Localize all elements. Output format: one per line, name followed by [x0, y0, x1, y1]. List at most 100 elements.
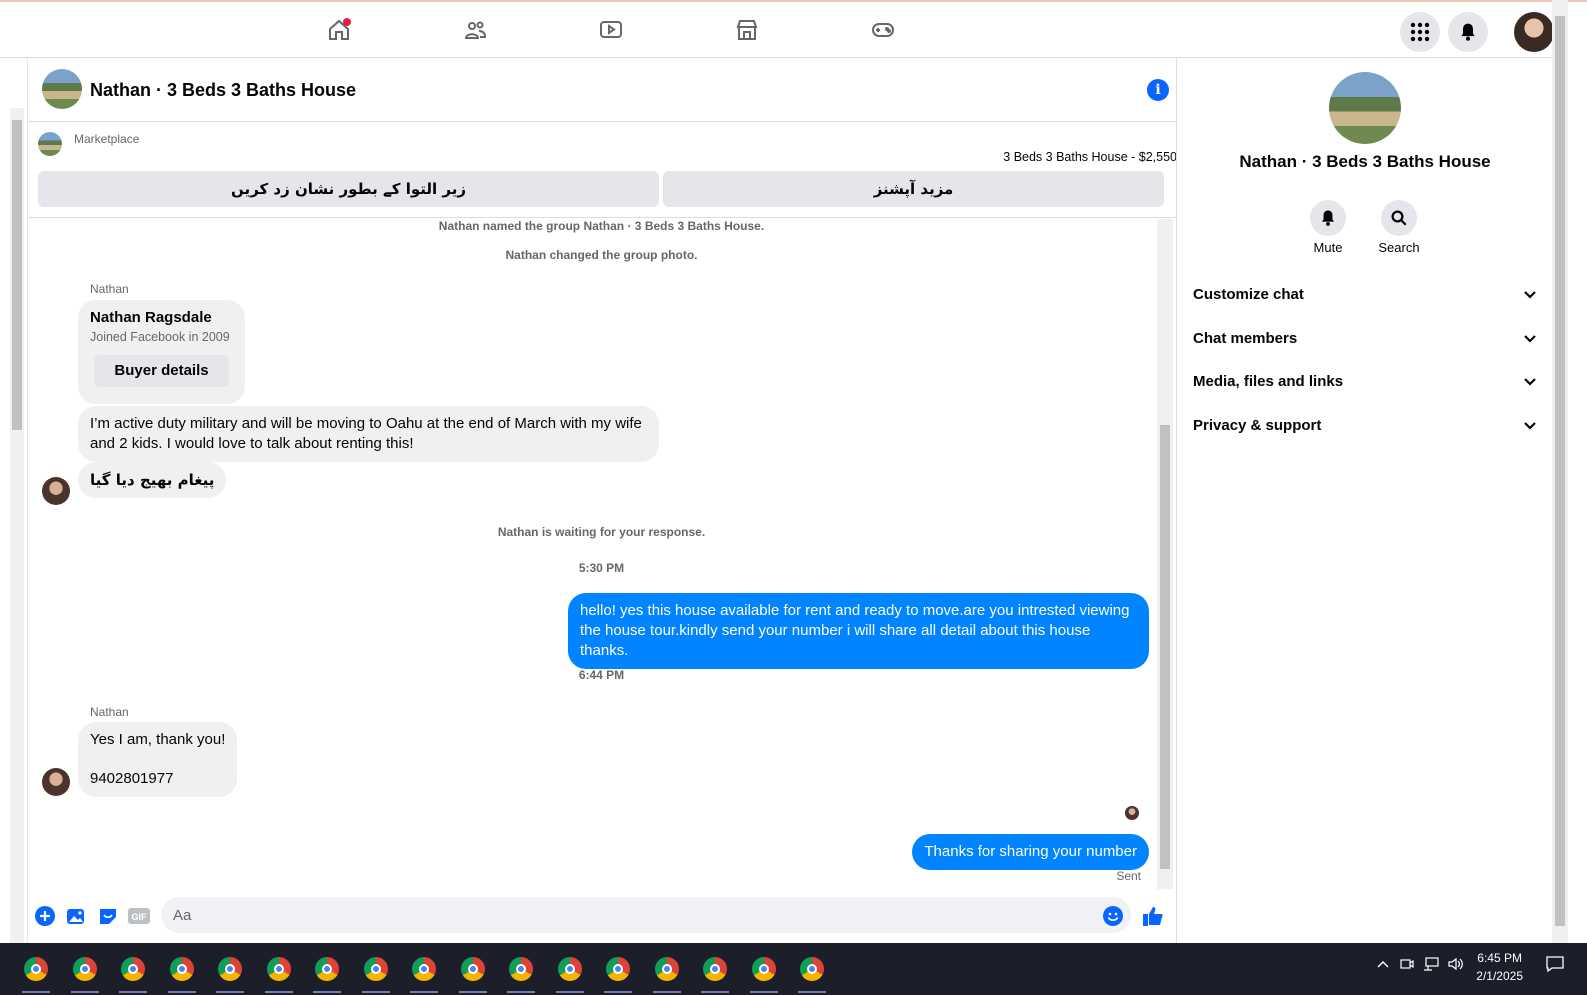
scroll-thumb[interactable] — [12, 120, 22, 430]
notification-center-icon[interactable] — [1546, 956, 1564, 975]
buyer-joined: Joined Facebook in 2009 — [90, 330, 230, 344]
search-icon — [1381, 200, 1417, 236]
chrome-app-icon[interactable] — [600, 951, 636, 993]
message-bubble-incoming[interactable]: Yes I am, thank you! 9402801977 — [78, 722, 238, 797]
marketplace-icon[interactable] — [731, 14, 763, 46]
friends-icon[interactable] — [459, 14, 491, 46]
photo-icon[interactable] — [65, 905, 87, 927]
message-input[interactable] — [161, 897, 1131, 933]
chat-header: Nathan · 3 Beds 3 Baths House i — [28, 58, 1191, 122]
chrome-app-icon[interactable] — [18, 951, 54, 993]
chevron-down-icon — [1524, 421, 1536, 430]
bell-icon — [1310, 200, 1346, 236]
scroll-thumb[interactable] — [1555, 16, 1565, 926]
chrome-app-icon[interactable] — [212, 951, 248, 993]
group-avatar[interactable] — [42, 69, 82, 109]
like-thumb-icon[interactable] — [1142, 905, 1164, 927]
chrome-app-icon[interactable] — [649, 951, 685, 993]
message-bubble-outgoing[interactable]: Thanks for sharing your number — [912, 834, 1149, 870]
message-bubble-incoming[interactable]: I’m active duty military and will be mov… — [78, 406, 659, 462]
chrome-app-icon[interactable] — [358, 951, 394, 993]
buyer-details-button[interactable]: Buyer details — [94, 355, 229, 387]
add-plus-icon[interactable] — [34, 905, 56, 927]
marketplace-label: Marketplace — [74, 132, 140, 146]
message-input-container — [161, 897, 1131, 933]
message-composer: GIF — [28, 889, 1175, 943]
sender-avatar[interactable] — [42, 768, 70, 796]
mute-button[interactable]: Mute — [1298, 200, 1358, 255]
chevron-down-icon — [1524, 290, 1536, 299]
top-nav-bar — [0, 2, 1568, 58]
taskbar: 6:45 PM 2/1/2025 — [0, 943, 1587, 995]
buyer-profile-card: Nathan Ragsdale Joined Facebook in 2009 … — [78, 300, 245, 404]
chrome-app-icon[interactable] — [746, 951, 782, 993]
listing-thumbnail[interactable] — [38, 132, 62, 156]
sender-name: Nathan — [90, 705, 129, 719]
timestamp: 5:30 PM — [578, 561, 625, 575]
chrome-app-icon[interactable] — [115, 951, 151, 993]
system-clock[interactable]: 6:45 PM 2/1/2025 — [1476, 949, 1523, 985]
media-files-links-row[interactable]: Media, files and links — [1193, 373, 1537, 390]
chrome-app-icon[interactable] — [455, 951, 491, 993]
chevron-down-icon — [1524, 377, 1536, 386]
seen-avatar — [1125, 806, 1139, 820]
chat-scrollbar[interactable] — [1157, 219, 1173, 889]
chrome-app-icon[interactable] — [503, 951, 539, 993]
profile-avatar[interactable] — [1514, 12, 1554, 52]
volume-icon[interactable] — [1448, 957, 1464, 974]
left-scrollbar[interactable] — [10, 108, 24, 943]
message-bubble-outgoing[interactable]: hello! yes this house available for rent… — [568, 593, 1149, 669]
sender-avatar[interactable] — [42, 477, 70, 505]
menu-grid-icon[interactable] — [1400, 12, 1440, 52]
listing-price[interactable]: 3 Beds 3 Baths House - $2,550 — [1003, 150, 1177, 164]
svg-text:GIF: GIF — [132, 912, 148, 922]
row-label: Media, files and links — [1193, 373, 1344, 390]
sent-status: Sent — [1116, 869, 1141, 883]
chrome-app-icon[interactable] — [697, 951, 733, 993]
chrome-app-icon[interactable] — [164, 951, 200, 993]
clock-time: 6:45 PM — [1477, 951, 1522, 965]
chevron-down-icon — [1524, 334, 1536, 343]
meet-now-icon[interactable] — [1400, 957, 1414, 974]
chrome-app-icon[interactable] — [794, 951, 830, 993]
privacy-support-row[interactable]: Privacy & support — [1193, 417, 1537, 434]
chevron-up-icon[interactable] — [1377, 957, 1389, 972]
mark-pending-button[interactable]: زیر التوا کے بطور نشان زد کریں — [38, 171, 659, 207]
group-avatar-large[interactable] — [1329, 72, 1401, 144]
network-icon[interactable] — [1423, 957, 1439, 974]
gif-icon[interactable]: GIF — [128, 905, 150, 927]
info-icon[interactable]: i — [1147, 79, 1169, 101]
home-icon[interactable] — [323, 14, 355, 46]
message-bubble-incoming[interactable]: پیغام بھیج دیا گیا — [78, 462, 227, 498]
customize-chat-row[interactable]: Customize chat — [1193, 286, 1537, 303]
chrome-app-icon[interactable] — [309, 951, 345, 993]
phone-number: 9402801977 — [90, 770, 174, 787]
emoji-icon[interactable] — [1102, 905, 1124, 927]
waiting-status: Nathan is waiting for your response. — [497, 525, 706, 539]
search-button[interactable]: Search — [1369, 200, 1429, 255]
more-options-button[interactable]: مزید آپشنز — [663, 171, 1164, 207]
gaming-icon[interactable] — [867, 14, 899, 46]
sticker-icon[interactable] — [97, 905, 119, 927]
notifications-icon[interactable] — [1448, 12, 1488, 52]
buyer-name: Nathan Ragsdale — [90, 309, 212, 326]
chat-members-row[interactable]: Chat members — [1193, 330, 1537, 347]
search-label: Search — [1378, 240, 1420, 255]
message-line: Yes I am, thank you! — [90, 731, 226, 748]
message-thread: Nathan named the group Nathan · 3 Beds 3… — [28, 219, 1175, 889]
scroll-thumb[interactable] — [1160, 425, 1170, 869]
clock-date: 2/1/2025 — [1476, 969, 1523, 983]
chrome-app-icon[interactable] — [261, 951, 297, 993]
row-label: Chat members — [1193, 330, 1298, 347]
chrome-app-icon[interactable] — [406, 951, 442, 993]
watch-icon[interactable] — [595, 14, 627, 46]
notification-dot — [343, 18, 351, 26]
chrome-app-icon[interactable] — [67, 951, 103, 993]
timestamp: 6:44 PM — [578, 668, 625, 682]
panel-title: Nathan · 3 Beds 3 Baths House — [1239, 152, 1491, 171]
chat-title[interactable]: Nathan · 3 Beds 3 Baths House — [90, 80, 356, 101]
system-message: Nathan named the group Nathan · 3 Beds 3… — [438, 219, 765, 233]
chat-info-panel: Nathan · 3 Beds 3 Baths House Mute Searc… — [1176, 58, 1552, 943]
chrome-app-icon[interactable] — [552, 951, 588, 993]
page-scrollbar[interactable] — [1552, 0, 1568, 943]
